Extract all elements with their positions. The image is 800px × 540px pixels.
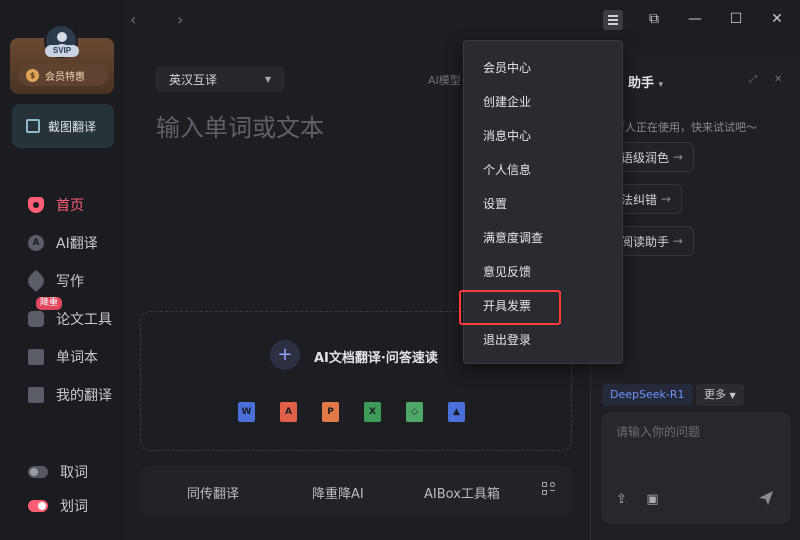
reduce-tag: 降重: [36, 297, 63, 310]
model-selector[interactable]: DeepSeek-R1: [602, 384, 693, 406]
toggle-pick-word[interactable]: 取词: [28, 462, 88, 482]
chip-label: 阅读助手: [621, 234, 670, 249]
sidebar-item-label: 写作: [56, 274, 84, 290]
plus-icon[interactable]: +: [270, 340, 300, 370]
screenshot-translate-button[interactable]: 截图翻译: [12, 104, 114, 148]
menu-item-profile[interactable]: 个人信息: [483, 161, 531, 178]
close-icon[interactable]: ✕: [768, 10, 786, 28]
screenshot-translate-label: 截图翻译: [48, 119, 97, 134]
tool-simultaneous-translation[interactable]: 同传翻译: [187, 483, 239, 502]
assistant-title[interactable]: 助手 ▾: [628, 72, 663, 91]
toggle-switch[interactable]: [28, 466, 48, 478]
ai-icon: A: [28, 235, 44, 251]
toggle-label: 取词: [60, 465, 88, 481]
crop-icon: [26, 119, 40, 133]
svip-badge: SVIP: [45, 45, 79, 57]
model-label[interactable]: AI模型: [428, 72, 461, 88]
assistant-title-text: 助手: [628, 76, 655, 91]
paper-icon: [28, 311, 44, 327]
sidebar-item-wordbook[interactable]: 单词本: [28, 338, 112, 376]
text-input[interactable]: 输入单词或文本: [156, 108, 324, 143]
send-icon[interactable]: [757, 489, 775, 507]
sidebar-item-my-translations[interactable]: 我的翻译: [28, 376, 112, 414]
sidebar-item-home[interactable]: 首页: [28, 186, 112, 224]
doc-translate-title[interactable]: AI文档翻译·问答速读: [314, 347, 438, 366]
expand-icon[interactable]: ⤢: [749, 74, 757, 85]
sidebar-item-ai-translate[interactable]: A AI翻译: [28, 224, 112, 262]
toggle-label: 划词: [60, 499, 88, 515]
sidebar-nav: 首页 A AI翻译 写作 降重 论文工具 单词本 我的翻译: [24, 186, 112, 414]
sidebar-item-label: 我的翻译: [56, 388, 112, 404]
menu-item-message-center[interactable]: 消息中心: [483, 127, 531, 144]
arrow-right-icon: →: [672, 150, 683, 164]
menu-item-survey[interactable]: 满意度调查: [483, 229, 543, 246]
question-placeholder: 请输入你的问题: [616, 425, 701, 439]
menu-icon[interactable]: [603, 10, 623, 30]
more-models-button[interactable]: 更多 ▼: [696, 384, 744, 406]
vip-promo-label: 会员特惠: [45, 71, 85, 83]
file-type-icon: ◇: [406, 402, 423, 422]
back-icon[interactable]: ‹: [130, 10, 136, 29]
close-panel-icon[interactable]: ✕: [774, 74, 782, 85]
book-icon: [28, 349, 44, 365]
language-select[interactable]: 英汉互译 ▼: [155, 66, 285, 92]
tool-reduce-ai[interactable]: 降重降AI: [312, 483, 364, 502]
tool-aibox[interactable]: AIBox工具箱: [424, 483, 500, 502]
assistant-subtitle: 万人正在使用，快来试试吧～: [614, 121, 757, 134]
forward-icon[interactable]: ›: [177, 10, 183, 29]
chevron-down-icon: ▾: [658, 80, 664, 90]
restore-window-icon[interactable]: ⧉: [645, 10, 663, 28]
menu-item-settings[interactable]: 设置: [483, 195, 507, 212]
toggle-switch[interactable]: [28, 500, 48, 512]
minimize-icon[interactable]: —: [686, 10, 704, 28]
arrow-right-icon: →: [672, 234, 683, 248]
document-icon: [28, 387, 44, 403]
file-type-icon: X: [364, 402, 381, 422]
file-type-icon: P: [322, 402, 339, 422]
chip-label: 法纠错: [621, 192, 658, 207]
more-label: 更多: [704, 388, 726, 401]
upload-icon[interactable]: ⇪: [614, 492, 629, 507]
menu-item-logout[interactable]: 退出登录: [483, 331, 531, 348]
highlight-box: [459, 290, 561, 325]
arrow-right-icon: →: [660, 192, 671, 206]
home-icon: [28, 197, 44, 213]
chevron-down-icon: ▼: [264, 74, 271, 84]
file-type-icon: W: [238, 402, 255, 422]
sidebar-item-label: 首页: [56, 198, 84, 214]
vip-promo-button[interactable]: $ 会员特惠: [18, 64, 108, 86]
image-icon[interactable]: ▣: [645, 492, 660, 507]
menu-item-member-center[interactable]: 会员中心: [483, 59, 531, 76]
file-type-icons: W A P X ◇ ▲: [238, 402, 465, 422]
maximize-icon[interactable]: ☐: [727, 10, 745, 28]
language-select-value: 英汉互译: [169, 72, 218, 87]
sidebar-item-label: 论文工具: [56, 312, 112, 328]
chevron-down-icon: ▼: [729, 391, 736, 400]
sidebar-item-paper-tools[interactable]: 降重 论文工具: [28, 297, 112, 338]
file-type-icon: ▲: [448, 402, 465, 422]
sidebar-item-label: AI翻译: [56, 236, 98, 252]
menu-item-feedback[interactable]: 意见反馈: [483, 263, 531, 280]
pen-icon: [24, 269, 48, 293]
sidebar-item-writing[interactable]: 写作: [24, 262, 112, 300]
file-type-icon: A: [280, 402, 297, 422]
toggle-select-word[interactable]: 划词: [28, 496, 88, 516]
chip-label: 语级润色: [621, 150, 670, 165]
coin-icon: $: [26, 68, 39, 82]
menu-item-create-enterprise[interactable]: 创建企业: [483, 93, 531, 110]
grid-add-icon[interactable]: [542, 482, 556, 496]
sidebar-item-label: 单词本: [56, 350, 98, 366]
